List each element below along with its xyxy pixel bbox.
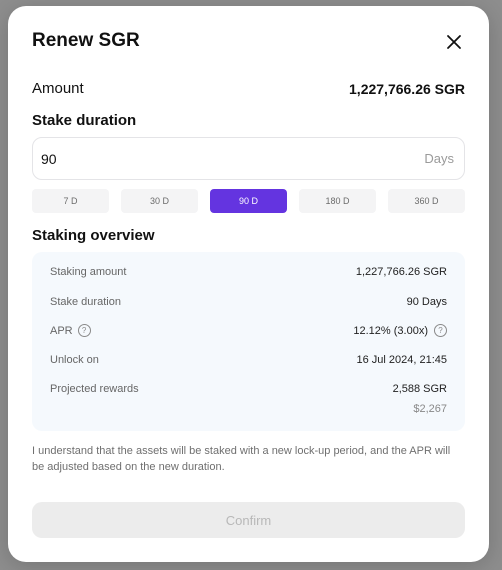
staking-overview-panel: Staking amount 1,227,766.26 SGR Stake du… xyxy=(32,252,465,431)
apr-value-group: 12.12% (3.00x) ? xyxy=(353,324,447,337)
help-icon[interactable]: ? xyxy=(77,324,91,337)
close-button[interactable] xyxy=(444,32,464,52)
confirm-button[interactable]: Confirm xyxy=(32,502,465,538)
unlock-value: 16 Jul 2024, 21:45 xyxy=(356,354,447,366)
rewards-value: 2,588 SGR xyxy=(392,383,447,395)
apr-label-group: APR ? xyxy=(50,324,91,337)
stake-duration-row-label: Stake duration xyxy=(50,296,121,308)
renew-modal: Renew SGR Amount 1,227,766.26 SGR Stake … xyxy=(8,6,489,562)
duration-input-value[interactable]: 90 xyxy=(41,151,57,167)
rewards-usd-value: $2,267 xyxy=(413,403,447,415)
overview-row-staking-amount: Staking amount 1,227,766.26 SGR xyxy=(50,266,447,278)
overview-title: Staking overview xyxy=(32,227,155,244)
duration-option-7d[interactable]: 7 D xyxy=(32,189,109,213)
duration-input-unit: Days xyxy=(424,151,454,166)
modal-title: Renew SGR xyxy=(32,30,140,51)
apr-label: APR xyxy=(50,324,73,337)
staking-amount-value: 1,227,766.26 SGR xyxy=(355,266,447,278)
overview-row-rewards: Projected rewards 2,588 SGR xyxy=(50,383,447,395)
duration-option-90d[interactable]: 90 D xyxy=(210,189,287,213)
staking-amount-label: Staking amount xyxy=(50,266,127,278)
duration-input[interactable]: 90 Days xyxy=(32,137,465,180)
rewards-label: Projected rewards xyxy=(50,383,139,395)
stake-duration-row-value: 90 Days xyxy=(406,296,447,308)
duration-option-30d[interactable]: 30 D xyxy=(121,189,198,213)
unlock-label: Unlock on xyxy=(50,354,99,366)
overview-row-stake-duration: Stake duration 90 Days xyxy=(50,296,447,308)
duration-option-180d[interactable]: 180 D xyxy=(299,189,376,213)
apr-value: 12.12% (3.00x) xyxy=(353,324,428,337)
close-icon xyxy=(447,35,461,49)
stake-duration-label: Stake duration xyxy=(32,112,137,129)
duration-options: 7 D 30 D 90 D 180 D 360 D xyxy=(32,189,465,213)
amount-row: Amount 1,227,766.26 SGR xyxy=(32,80,465,97)
help-icon[interactable]: ? xyxy=(434,324,447,337)
amount-label: Amount xyxy=(32,80,84,97)
amount-value: 1,227,766.26 SGR xyxy=(349,80,465,97)
overview-row-apr: APR ? 12.12% (3.00x) ? xyxy=(50,324,447,337)
disclaimer-text: I understand that the assets will be sta… xyxy=(32,445,451,473)
duration-option-360d[interactable]: 360 D xyxy=(388,189,465,213)
overview-row-unlock: Unlock on 16 Jul 2024, 21:45 xyxy=(50,354,447,366)
